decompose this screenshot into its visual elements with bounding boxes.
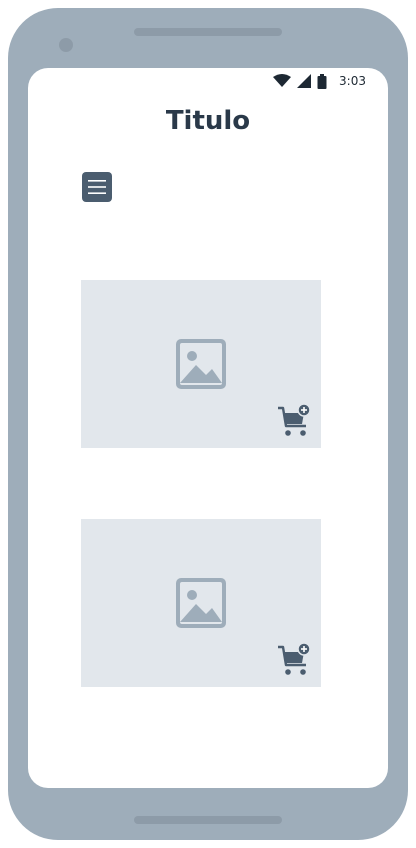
status-time: 3:03 — [339, 74, 366, 88]
home-indicator — [134, 816, 282, 824]
app-screen: 3:03 Titulo — [28, 68, 388, 788]
battery-icon — [317, 73, 327, 89]
hamburger-menu-icon — [88, 180, 106, 194]
menu-button[interactable] — [82, 172, 112, 202]
add-to-cart-icon[interactable] — [276, 404, 312, 440]
page-title: Titulo — [165, 106, 251, 136]
signal-icon — [297, 74, 312, 88]
product-card-2[interactable] — [81, 519, 321, 687]
product-card-1[interactable] — [81, 280, 321, 448]
add-to-cart-icon[interactable] — [276, 643, 312, 679]
image-placeholder-icon — [176, 339, 226, 389]
status-bar: 3:03 — [273, 72, 366, 90]
image-placeholder-icon — [176, 578, 226, 628]
earpiece-speaker — [134, 28, 282, 36]
wifi-icon — [273, 74, 292, 87]
front-camera — [59, 38, 73, 52]
